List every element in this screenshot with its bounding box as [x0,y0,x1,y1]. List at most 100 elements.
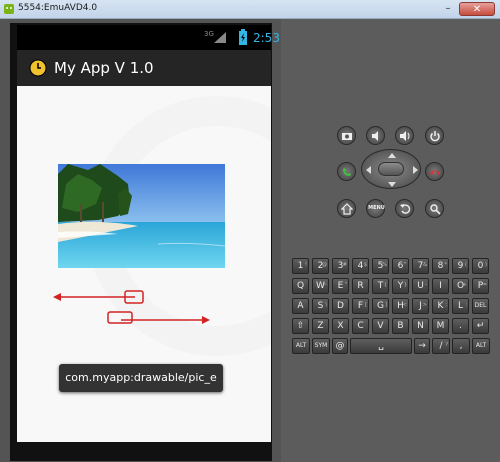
key-row2-9[interactable]: P = [472,278,489,294]
app-icon[interactable] [29,59,47,77]
key-row3-6[interactable]: J > [412,298,429,314]
key-label: C [357,321,364,331]
key-row1-6[interactable]: 7 & [412,258,429,274]
key-row4-6[interactable]: N [412,318,429,334]
key-alt-label: > [422,302,427,308]
back-button[interactable] [395,199,414,218]
call-button[interactable] [337,162,356,181]
power-button[interactable] [425,126,444,145]
key-row3-5[interactable]: H < [392,298,409,314]
key-label: / [439,341,443,351]
volume-down-button[interactable] [366,126,385,145]
key-alt-label: ( [465,262,467,268]
home-button[interactable] [337,199,356,218]
key-row2-1[interactable]: W ~ [312,278,329,294]
key-label: DEL [474,302,487,309]
key-label: ALT [475,342,487,349]
key-row5-0[interactable]: ALT [292,338,310,354]
key-row4-9[interactable]: ↵ [472,318,489,334]
camera-button[interactable] [337,126,356,145]
key-row1-0[interactable]: 1! [292,258,309,274]
menu-label: MENU [368,205,385,211]
key-row1-5[interactable]: 6 ^ [392,258,409,274]
key-row4-8[interactable]: . [452,318,469,334]
home-icon [341,203,353,215]
key-row5-4[interactable]: → [414,338,430,354]
key-label: M [436,321,445,331]
key-row1-2[interactable]: 3 # [332,258,349,274]
key-label: Q [296,281,305,291]
key-row5-6[interactable]: , [452,338,470,354]
key-label: T [377,281,384,291]
key-row1-3[interactable]: 4 $ [352,258,369,274]
key-row3-3[interactable]: F[ [352,298,369,314]
key-row2-7[interactable]: I [432,278,449,294]
key-alt-label: @ [322,262,327,268]
key-row3-4[interactable]: G] [372,298,389,314]
key-label: D [337,301,344,311]
key-label: V [377,321,384,331]
keyboard-row5: ALT SYM @ ␣ → /?, ALT [292,338,490,354]
key-row3-9[interactable]: DEL [472,298,489,314]
key-row5-3[interactable]: ␣ [350,338,412,354]
key-row2-5[interactable]: Y} [392,278,409,294]
close-button[interactable]: ✕ [459,2,495,16]
key-row5-1[interactable]: SYM [312,338,330,354]
key-row5-5[interactable]: /? [432,338,450,354]
key-row2-2[interactable]: E " [332,278,349,294]
key-label: , [459,341,463,351]
key-row1-4[interactable]: 5% [372,258,389,274]
key-row4-0[interactable]: ⇧ [292,318,309,334]
signal-icon [214,32,226,43]
app-action-bar: My App V 1.0 [17,50,271,86]
key-row2-0[interactable]: Q [292,278,309,294]
key-alt-label: = [482,282,487,288]
key-alt-label: ~ [322,282,327,288]
menu-button[interactable]: MENU [366,199,385,218]
key-alt-label: & [423,262,427,268]
key-row2-8[interactable]: O + [452,278,469,294]
toast-message: com.myapp:drawable/pic_e [59,364,223,392]
emulator-control-panel: MENU 1! 2 @3 #4 $5% 6 ^ 7 & 8 * 9(0) Q W ~ E " R T{Y} U - I O +… [281,19,500,462]
key-alt-label: < [402,302,407,308]
end-call-button[interactable] [425,162,444,181]
keyboard-row2: Q W ~ E " R T{Y} U - I O + P = [292,278,489,294]
window-titlebar: 5554:EmuAVD4.0 – ✕ [0,0,500,19]
status-clock: 2:53 [253,31,280,45]
key-row4-7[interactable]: M [432,318,449,334]
key-label: ␣ [378,341,384,351]
volume-down-icon [372,131,378,141]
key-row5-2[interactable]: @ [332,338,348,354]
key-label: @ [335,341,345,351]
key-label: B [397,321,404,331]
key-row2-6[interactable]: U- [412,278,429,294]
key-row3-2[interactable]: D [332,298,349,314]
key-row3-1[interactable]: S \ [312,298,329,314]
key-alt-label: [ [365,302,367,308]
key-label: Z [317,321,324,331]
key-alt-label: - [425,282,427,288]
key-row3-8[interactable]: L: [452,298,469,314]
key-row3-7[interactable]: K; [432,298,449,314]
key-row3-0[interactable]: A [292,298,309,314]
key-row5-7[interactable]: ALT [472,338,490,354]
key-row1-7[interactable]: 8 * [432,258,449,274]
key-row4-3[interactable]: C [352,318,369,334]
dpad[interactable] [361,149,421,189]
key-row1-1[interactable]: 2 @ [312,258,329,274]
end-call-icon [430,170,440,175]
back-icon [400,204,411,214]
key-row4-2[interactable]: X [332,318,349,334]
key-label: U [417,281,424,291]
key-row4-4[interactable]: V [372,318,389,334]
volume-up-button[interactable] [395,126,414,145]
minimize-button[interactable]: – [440,2,456,16]
key-row2-4[interactable]: T{ [372,278,389,294]
key-row2-3[interactable]: R [352,278,369,294]
key-alt-label: \ [325,302,327,308]
key-row1-9[interactable]: 0) [472,258,489,274]
key-row4-5[interactable]: B [392,318,409,334]
key-row4-1[interactable]: Z [312,318,329,334]
key-row1-8[interactable]: 9( [452,258,469,274]
search-button[interactable] [425,199,444,218]
